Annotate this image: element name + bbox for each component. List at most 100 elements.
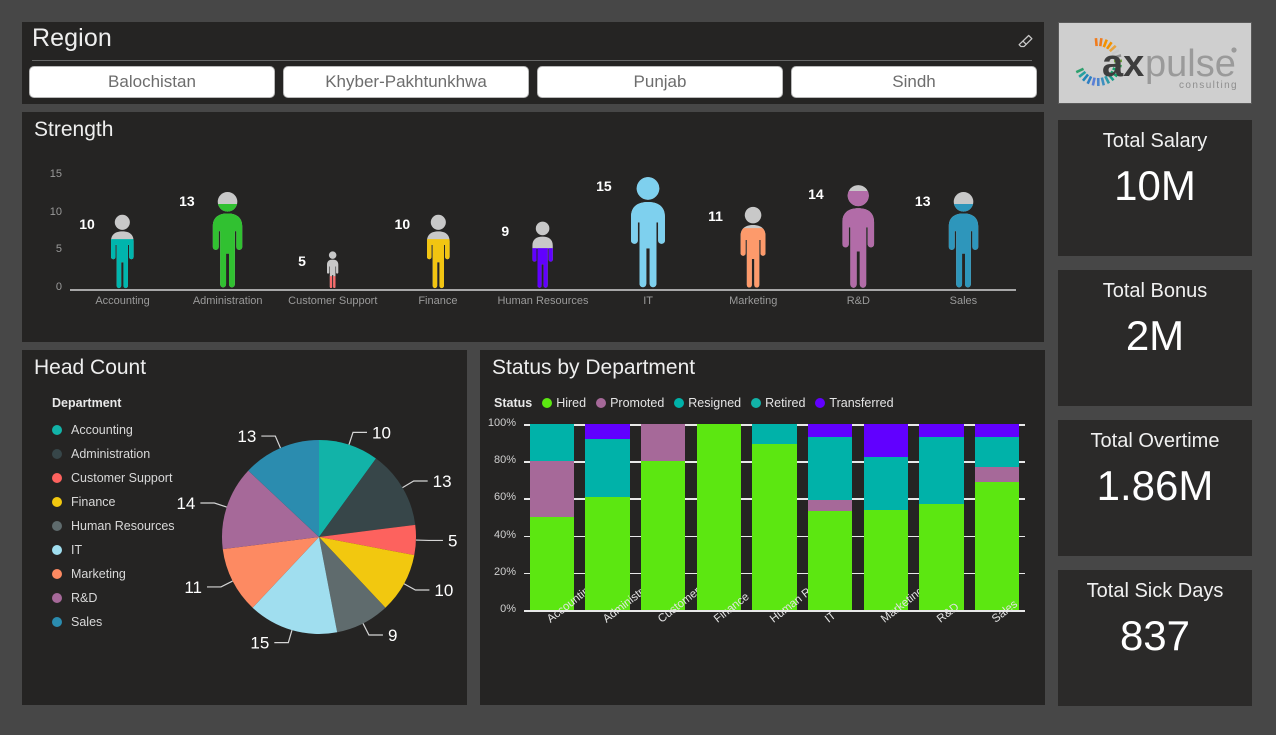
status-segment-resigned bbox=[752, 424, 797, 445]
legend-item-customer-support[interactable]: Customer Support bbox=[52, 466, 175, 490]
pie-value-label: 10 bbox=[434, 581, 453, 600]
pictogram-x-label: Accounting bbox=[95, 295, 150, 307]
axpulse-logo-mark: ax pulse consulting bbox=[1075, 37, 1238, 91]
status-legend-item-retired[interactable]: Retired bbox=[751, 396, 805, 410]
eraser-icon[interactable] bbox=[1012, 30, 1038, 52]
region-button-sindh[interactable]: Sindh bbox=[791, 66, 1037, 98]
region-slicer: Region Balochistan Khyber-Pakhtunkhwa Pu… bbox=[22, 22, 1044, 104]
strength-chart-title: Strength bbox=[34, 118, 114, 141]
status-legend-item-promoted[interactable]: Promoted bbox=[596, 396, 664, 410]
status-bar-finance[interactable] bbox=[696, 424, 742, 610]
region-button-label: Sindh bbox=[892, 72, 936, 91]
company-logo: ax pulse consulting bbox=[1058, 22, 1252, 104]
status-legend-label: Promoted bbox=[610, 396, 665, 410]
department-legend: Accounting Administration Customer Support… bbox=[52, 418, 175, 634]
status-segment-hired bbox=[974, 481, 1020, 610]
pie-value-label: 10 bbox=[372, 423, 391, 442]
status-bar-administration[interactable] bbox=[585, 424, 630, 610]
region-button-punjab[interactable]: Punjab bbox=[537, 66, 783, 98]
status-segment-hired bbox=[863, 509, 909, 610]
legend-item-sales[interactable]: Sales bbox=[52, 610, 175, 634]
pictogram-value-label: 11 bbox=[708, 208, 723, 225]
status-segment-hired bbox=[529, 517, 575, 610]
legend-item-administration[interactable]: Administration bbox=[52, 442, 175, 466]
kpi-value: 1.86M bbox=[1096, 462, 1214, 509]
status-legend-dot bbox=[542, 398, 553, 408]
legend-color-dot bbox=[52, 497, 62, 507]
status-segment-promoted bbox=[974, 466, 1020, 482]
pictogram-x-label: Administration bbox=[192, 295, 263, 307]
status-legend-label: Transferred bbox=[829, 396, 894, 410]
legend-item-r-d[interactable]: R&D bbox=[52, 586, 175, 610]
status-bar-r-d[interactable] bbox=[919, 424, 964, 610]
strength-y-tick: 10 bbox=[49, 205, 62, 218]
status-legend-item-hired[interactable]: Hired bbox=[542, 396, 586, 410]
legend-item-it[interactable]: IT bbox=[52, 538, 175, 562]
headcount-chart-title: Head Count bbox=[34, 356, 147, 379]
legend-item-finance[interactable]: Finance bbox=[52, 490, 175, 514]
legend-item-marketing[interactable]: Marketing bbox=[52, 562, 175, 586]
legend-color-dot bbox=[52, 545, 62, 555]
headcount-pie: 10 13 5 10 9 15 11 14 13 bbox=[176, 412, 457, 662]
status-segment-resigned bbox=[529, 424, 575, 462]
kpi-card-total-salary: Total Salary 10M bbox=[1058, 120, 1252, 256]
status-segment-promoted bbox=[529, 461, 575, 517]
pictogram-x-label: R&D bbox=[846, 295, 870, 307]
status-segment-transferred bbox=[807, 424, 853, 438]
pie-callout: 5 bbox=[415, 531, 457, 550]
status-y-tick: 60% bbox=[493, 491, 516, 504]
status-legend-item-resigned[interactable]: Resigned bbox=[674, 396, 741, 410]
status-y-tick: 80% bbox=[493, 454, 516, 467]
status-segment-resigned bbox=[863, 457, 909, 510]
pictogram-value-label: 14 bbox=[808, 185, 824, 202]
logo-tagline: consulting bbox=[1179, 80, 1238, 91]
pictogram-value-label: 5 bbox=[298, 253, 306, 270]
kpi-value: 10M bbox=[1114, 162, 1196, 209]
logo-registered-dot bbox=[1231, 47, 1237, 53]
region-title-divider bbox=[32, 60, 1032, 61]
pictogram-value-label: 15 bbox=[596, 178, 612, 194]
status-legend-label: Hired bbox=[556, 396, 587, 410]
status-segment-resigned bbox=[974, 437, 1020, 467]
status-bar-customer-support[interactable] bbox=[640, 424, 686, 610]
status-legend-item-transferred[interactable]: Transferred bbox=[815, 396, 894, 410]
region-slicer-title: Region bbox=[32, 24, 112, 52]
pictogram-person-finance bbox=[426, 214, 450, 288]
pictogram-value-label: 9 bbox=[501, 223, 510, 240]
pictogram-x-label: IT bbox=[643, 295, 653, 307]
pictogram-person-accounting bbox=[111, 214, 134, 288]
status-bar-accounting[interactable] bbox=[529, 424, 575, 610]
kpi-card-total-sick-days: Total Sick Days 837 bbox=[1058, 570, 1252, 706]
status-segment-transferred bbox=[585, 424, 630, 439]
status-segment-hired bbox=[807, 511, 853, 610]
pie-value-label: 15 bbox=[250, 634, 269, 653]
region-button-balochistan[interactable]: Balochistan bbox=[29, 66, 275, 98]
status-segment-resigned bbox=[585, 438, 630, 497]
status-bar-human-resources[interactable] bbox=[752, 424, 797, 610]
pictogram-x-label: Finance bbox=[418, 295, 458, 307]
pictogram-x-label: Customer Support bbox=[288, 295, 378, 307]
status-bar-sales[interactable] bbox=[974, 424, 1020, 610]
legend-item-label: R&D bbox=[71, 591, 98, 605]
status-bar-it[interactable] bbox=[807, 424, 853, 610]
kpi-title: Total Overtime bbox=[1090, 430, 1220, 452]
pie-callout: 10 bbox=[403, 581, 453, 600]
legend-item-label: Sales bbox=[71, 615, 103, 629]
kpi-title: Total Bonus bbox=[1102, 280, 1208, 302]
pie-callout: 11 bbox=[184, 578, 233, 597]
status-bar-marketing[interactable] bbox=[863, 424, 909, 610]
region-button-khyber-pakhtunkhwa[interactable]: Khyber-Pakhtunkhwa bbox=[283, 66, 529, 98]
legend-item-accounting[interactable]: Accounting bbox=[52, 418, 175, 442]
strength-axis-line bbox=[70, 289, 1016, 291]
pictogram-person-human-resources bbox=[532, 221, 554, 288]
legend-color-dot bbox=[52, 425, 62, 435]
legend-color-dot bbox=[52, 473, 62, 483]
status-legend-dot bbox=[751, 398, 762, 408]
legend-color-dot bbox=[52, 449, 62, 459]
pictogram-person-it bbox=[631, 177, 666, 288]
department-legend-title: Department bbox=[52, 396, 122, 410]
status-segment-hired bbox=[696, 424, 742, 610]
legend-color-dot bbox=[52, 593, 62, 603]
legend-item-human-resources[interactable]: Human Resources bbox=[52, 514, 175, 538]
status-legend-title: Status bbox=[494, 396, 533, 410]
